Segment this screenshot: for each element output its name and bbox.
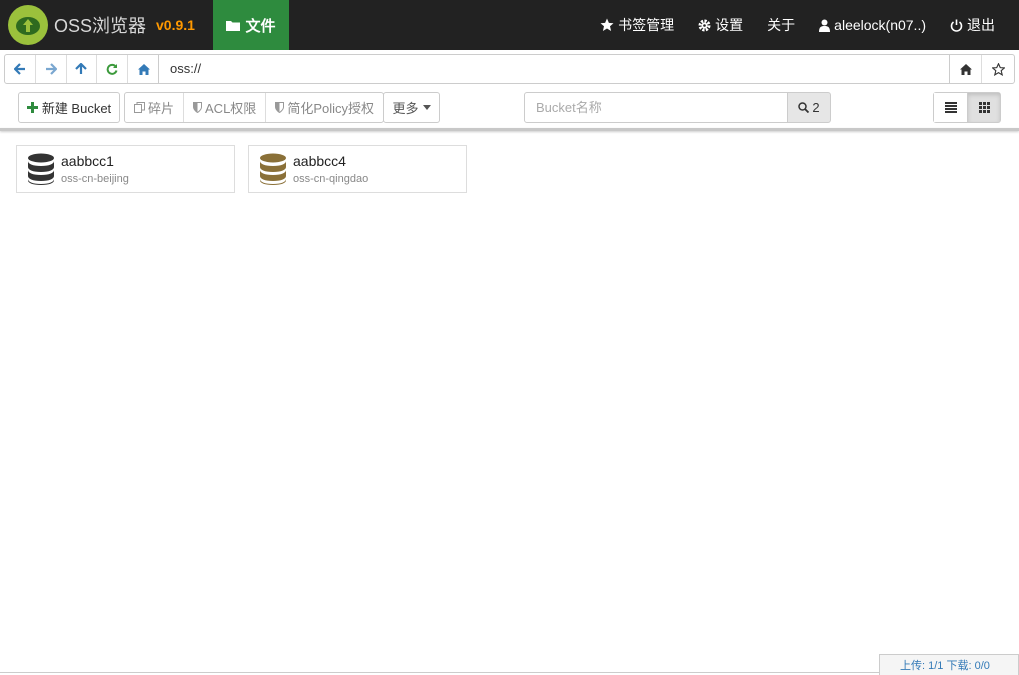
more-label: 更多: [392, 101, 419, 116]
nav-bookmarks-label: 书签管理: [618, 17, 675, 33]
toolbar: 新建 Bucket 碎片 ACL权限 简化Policy授权 更多 Bucket名…: [0, 92, 1019, 128]
fragments-button[interactable]: 碎片: [125, 93, 185, 122]
new-bucket-label: 新建 Bucket: [41, 101, 112, 116]
nav-about[interactable]: 关于: [755, 0, 807, 50]
star-icon: [600, 18, 614, 31]
arrow-right-icon: [45, 63, 57, 75]
address-actions: [949, 54, 1015, 84]
bucket-region: oss-cn-beijing: [61, 173, 129, 185]
bottom-border: [0, 672, 879, 673]
acl-label: ACL权限: [205, 101, 257, 116]
star-outline-icon: [991, 62, 1005, 76]
more-dropdown[interactable]: 更多: [383, 92, 440, 123]
bucket-region: oss-cn-qingdao: [293, 173, 369, 185]
back-button[interactable]: [5, 55, 36, 83]
shield-icon: [193, 102, 203, 113]
toolbar-divider: [0, 128, 1019, 131]
tab-files[interactable]: 文件: [213, 0, 289, 50]
home-button[interactable]: [128, 55, 159, 83]
plus-icon: [26, 102, 38, 113]
app-logo: [8, 5, 48, 45]
grid-view-button[interactable]: [967, 93, 1000, 122]
refresh-icon: [106, 63, 118, 75]
copy-icon: [134, 102, 145, 113]
fragments-label: 碎片: [148, 101, 175, 116]
database-icon: [259, 153, 287, 188]
policy-label: 简化Policy授权: [287, 101, 374, 116]
home-icon: [137, 63, 150, 75]
nav-logout-label: 退出: [967, 17, 995, 33]
arrow-left-icon: [13, 63, 25, 75]
list-icon: [944, 102, 957, 113]
tab-files-label: 文件: [245, 17, 276, 35]
policy-button[interactable]: 简化Policy授权: [266, 93, 383, 122]
view-toggle: [933, 92, 1001, 123]
user-icon: [819, 19, 831, 32]
search-button[interactable]: 2: [787, 92, 831, 123]
bucket-name: aabbcc1: [61, 153, 114, 169]
search-count: 2: [812, 100, 820, 115]
power-icon: [950, 19, 963, 32]
home-icon: [959, 63, 972, 75]
list-view-button[interactable]: [934, 93, 967, 122]
new-bucket-button[interactable]: 新建 Bucket: [18, 92, 120, 123]
nav-logout[interactable]: 退出: [938, 0, 1019, 50]
folder-icon: [226, 21, 241, 31]
app-name: OSS浏览器: [54, 16, 147, 36]
nav-user[interactable]: aleelock(n07..): [807, 0, 938, 50]
arrow-up-icon: [75, 63, 88, 74]
nav-settings-label: 设置: [715, 17, 744, 33]
bookmark-button[interactable]: [982, 55, 1014, 83]
address-input[interactable]: oss://: [158, 54, 950, 84]
grid-icon: [978, 102, 990, 113]
refresh-button[interactable]: [97, 55, 129, 83]
set-home-button[interactable]: [950, 55, 982, 83]
nav-user-label: aleelock(n07..): [834, 17, 926, 33]
nav-about-label: 关于: [767, 17, 796, 33]
bucket-search-input[interactable]: Bucket名称: [524, 92, 788, 123]
bucket-name: aabbcc4: [293, 153, 346, 169]
forward-button[interactable]: [36, 55, 67, 83]
up-button[interactable]: [67, 55, 98, 83]
brand[interactable]: OSS浏览器 v0.9.1: [8, 5, 195, 45]
nav-bookmarks[interactable]: 书签管理: [588, 0, 686, 50]
transfer-status-text: 上传: 1/1 下载: 0/0: [900, 660, 990, 672]
address-bar: oss://: [4, 54, 1015, 84]
gear-icon: [698, 19, 711, 31]
bucket-tile[interactable]: aabbcc1 oss-cn-beijing: [16, 145, 235, 193]
acl-button[interactable]: ACL权限: [184, 93, 267, 122]
nav-buttons: [4, 54, 160, 84]
nav-settings[interactable]: 设置: [686, 0, 755, 50]
bucket-tile[interactable]: aabbcc4 oss-cn-qingdao: [248, 145, 467, 193]
search-icon: [798, 102, 810, 113]
transfer-status[interactable]: 上传: 1/1 下载: 0/0: [879, 654, 1019, 675]
app-version: v0.9.1: [156, 17, 195, 33]
bucket-actions: 碎片 ACL权限 简化Policy授权: [124, 92, 384, 123]
top-navbar: OSS浏览器 v0.9.1 文件 书签管理 设置 关于 aleelock(n07…: [0, 0, 1019, 50]
caret-down-icon: [422, 105, 431, 110]
database-icon: [27, 153, 55, 188]
shield-icon: [275, 102, 285, 113]
